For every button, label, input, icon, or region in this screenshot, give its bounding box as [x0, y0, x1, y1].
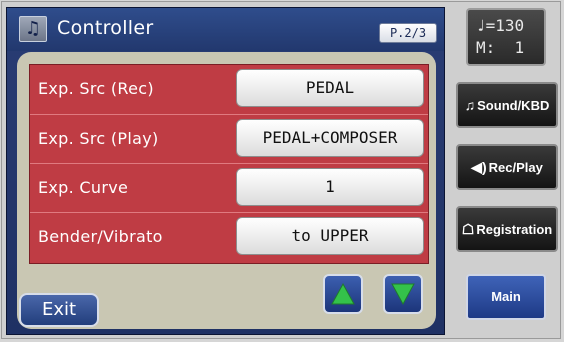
param-label: Exp. Src (Rec): [38, 79, 154, 98]
down-arrow-icon: [391, 283, 415, 306]
param-row-bender-vibrato: Bender/Vibrato to UPPER: [30, 212, 428, 260]
page-indicator: P.2/3: [379, 23, 437, 43]
rec-play-label: Rec/Play: [488, 160, 543, 175]
scroll-down-button[interactable]: [383, 274, 423, 314]
param-label: Bender/Vibrato: [38, 227, 163, 246]
scroll-up-button[interactable]: [323, 274, 363, 314]
music-note-icon: ♫: [464, 97, 476, 113]
music-notes-icon: ♫: [19, 16, 47, 42]
param-row-exp-src-play: Exp. Src (Play) PEDAL+COMPOSER: [30, 114, 428, 162]
sound-kbd-label: Sound/KBD: [477, 98, 550, 113]
param-value-button[interactable]: 1: [236, 168, 424, 206]
tempo-value: ♩=130: [476, 16, 525, 35]
registration-label: Registration: [476, 222, 553, 237]
exit-button[interactable]: Exit: [19, 293, 99, 327]
rec-play-button[interactable]: ◀) Rec/Play: [456, 144, 558, 190]
settings-panel: Exp. Src (Rec) PEDAL Exp. Src (Play) PED…: [17, 52, 436, 329]
param-value-button[interactable]: PEDAL: [236, 69, 424, 107]
up-arrow-icon: [331, 282, 355, 305]
main-button[interactable]: Main: [466, 274, 546, 320]
param-row-exp-src-rec: Exp. Src (Rec) PEDAL: [30, 65, 428, 113]
parameter-list: Exp. Src (Rec) PEDAL Exp. Src (Play) PED…: [29, 64, 429, 264]
title-bar: ♫ Controller P.2/3: [7, 8, 444, 51]
measure-value: M: 1: [476, 38, 525, 57]
registration-button[interactable]: ☖ Registration: [456, 206, 558, 252]
sound-kbd-button[interactable]: ♫ Sound/KBD: [456, 82, 558, 128]
page-title: Controller: [57, 17, 154, 39]
param-row-exp-curve: Exp. Curve 1: [30, 163, 428, 211]
tempo-display: ♩=130 M: 1: [466, 8, 546, 66]
param-value-button[interactable]: PEDAL+COMPOSER: [236, 119, 424, 157]
controller-screen: ♫ Controller P.2/3 Exp. Src (Rec) PEDAL …: [6, 7, 445, 335]
speaker-icon: ◀): [471, 159, 487, 175]
param-value-button[interactable]: to UPPER: [236, 217, 424, 255]
param-label: Exp. Src (Play): [38, 129, 159, 148]
param-label: Exp. Curve: [38, 178, 129, 197]
registration-icon: ☖: [461, 221, 475, 237]
